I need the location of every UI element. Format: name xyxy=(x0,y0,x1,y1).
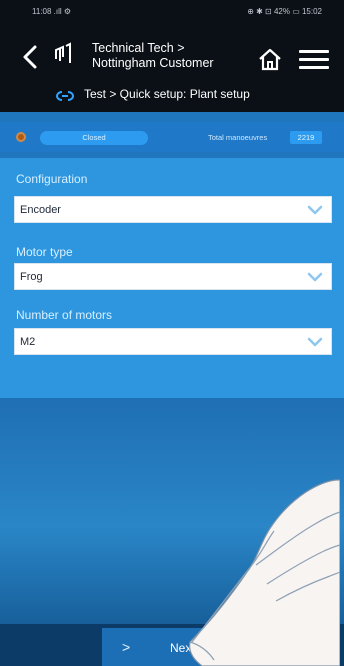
status-right: ⊕ ✱ ⊡ 42% ▭ 15:02 xyxy=(247,7,322,16)
chevron-down-icon xyxy=(307,272,323,282)
breadcrumb: Test > Quick setup: Plant setup xyxy=(84,87,250,101)
chevron-down-icon xyxy=(307,205,323,215)
header-title-line2: Nottingham Customer xyxy=(92,56,214,70)
configuration-label: Configuration xyxy=(16,172,88,186)
pointing-hand-icon xyxy=(189,479,340,666)
total-manoeuvres-label: Total manoeuvres xyxy=(208,133,268,142)
motor-type-label: Motor type xyxy=(16,245,73,259)
app-header: 11:08 .ıll ⚙ ⊕ ✱ ⊡ 42% ▭ 15:02 Technical… xyxy=(0,0,344,112)
plant-setup-form: Configuration Encoder Motor type Frog Nu… xyxy=(0,158,344,398)
menu-icon[interactable] xyxy=(299,50,329,74)
configuration-value: Encoder xyxy=(20,204,61,216)
header-title: Technical Tech > Nottingham Customer xyxy=(92,41,214,71)
motor-type-select[interactable]: Frog xyxy=(14,263,332,290)
next-arrow-icon: > xyxy=(122,639,131,655)
device-icon xyxy=(55,42,71,63)
number-of-motors-select[interactable]: M2 xyxy=(14,328,332,355)
configuration-select[interactable]: Encoder xyxy=(14,196,332,223)
status-pill: Closed xyxy=(40,131,148,145)
status-left: 11:08 .ıll ⚙ xyxy=(32,7,72,16)
system-status-bar: 11:08 .ıll ⚙ ⊕ ✱ ⊡ 42% ▭ 15:02 xyxy=(0,0,344,20)
machine-status-row: Closed Total manoeuvres 2219 xyxy=(0,122,344,152)
home-icon[interactable] xyxy=(256,45,284,73)
back-arrow-icon[interactable] xyxy=(18,44,44,70)
header-title-line1: Technical Tech > xyxy=(92,41,185,55)
chevron-down-icon xyxy=(307,337,323,347)
total-manoeuvres-badge: 2219 xyxy=(290,131,322,144)
status-indicator xyxy=(16,132,26,142)
motor-type-value: Frog xyxy=(20,271,43,283)
link-icon xyxy=(56,91,74,101)
number-of-motors-label: Number of motors xyxy=(16,308,113,322)
number-of-motors-value: M2 xyxy=(20,336,36,348)
